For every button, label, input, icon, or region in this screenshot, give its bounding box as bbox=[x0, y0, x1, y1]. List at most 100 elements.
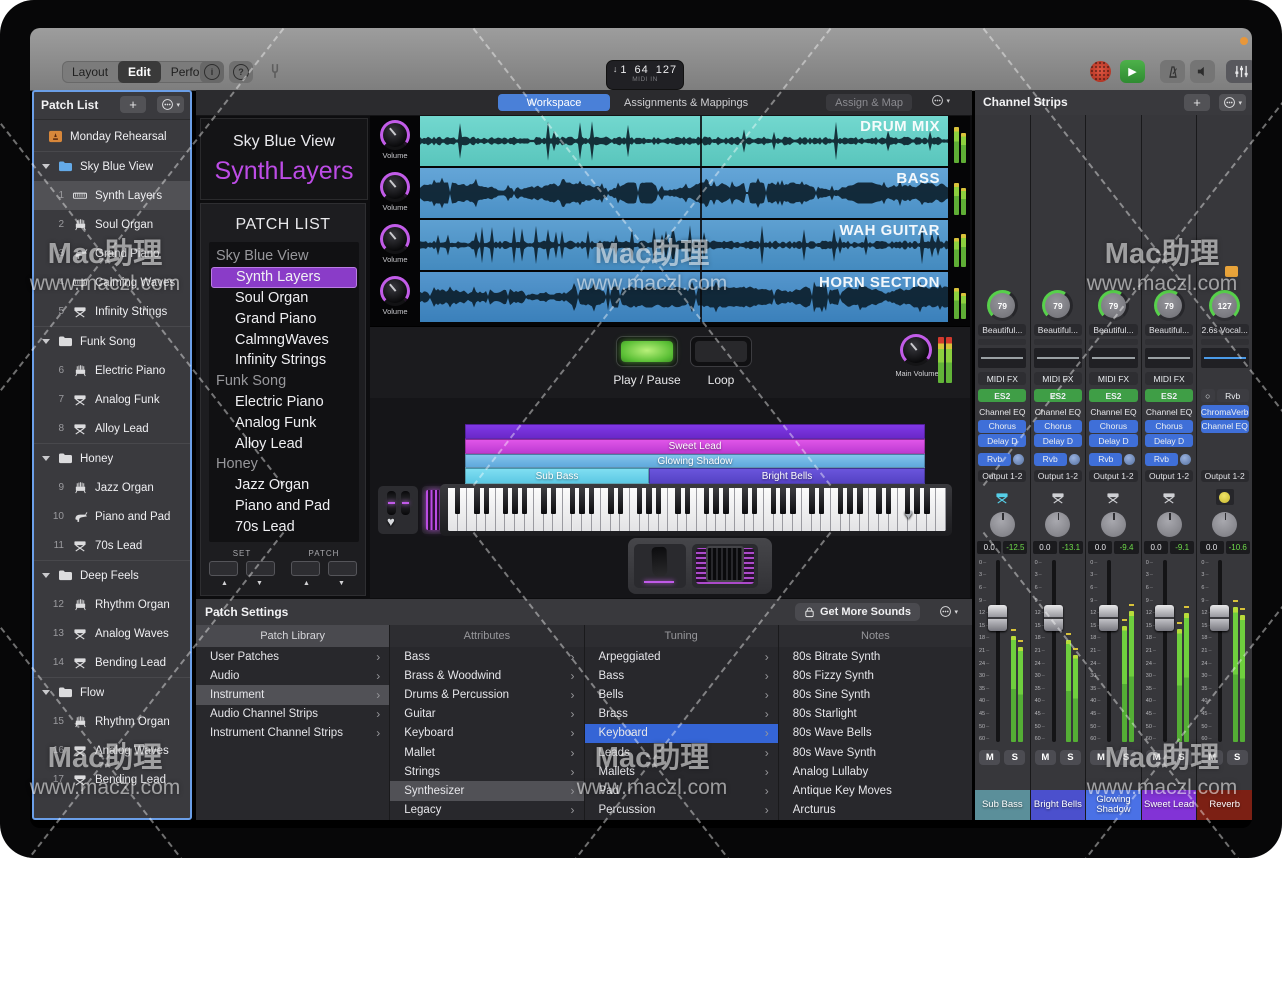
sidebar-item-flow[interactable]: Flow bbox=[34, 677, 190, 707]
library-item-mallet[interactable]: Mallet› bbox=[390, 743, 583, 762]
library-item-bells[interactable]: Bells› bbox=[585, 685, 778, 704]
pan-knob[interactable] bbox=[1157, 512, 1182, 537]
solo-button[interactable]: S bbox=[1004, 750, 1025, 765]
layer-bright-bells[interactable]: Bright Bells bbox=[649, 468, 925, 484]
black-key[interactable] bbox=[905, 488, 911, 514]
insert-slot-chorus[interactable]: Chorus bbox=[978, 420, 1026, 433]
insert-slot-delay-d[interactable]: Delay D bbox=[1145, 434, 1193, 447]
send-slot[interactable]: Rvb bbox=[978, 453, 1011, 466]
sidebar-item-soul-organ[interactable]: 2Soul Organ bbox=[34, 210, 190, 239]
black-key[interactable] bbox=[704, 488, 710, 514]
library-item-bass[interactable]: Bass› bbox=[390, 647, 583, 666]
sidebar-item-monday-rehearsal[interactable]: Monday Rehearsal bbox=[34, 122, 190, 151]
sidebar-item-electric-piano[interactable]: 6Electric Piano bbox=[34, 356, 190, 385]
layer-sub-bass[interactable]: Sub Bass bbox=[465, 468, 649, 484]
sidebar-item-bending-lead[interactable]: 17Bending Lead bbox=[34, 765, 190, 794]
preset-label[interactable]: Beautiful... bbox=[1145, 324, 1193, 336]
input-format-button[interactable]: ○ bbox=[1201, 389, 1215, 402]
sidebar-item-grand-piano[interactable]: 3Grand Piano bbox=[34, 239, 190, 268]
black-key[interactable] bbox=[847, 488, 853, 514]
pan-knob[interactable] bbox=[1212, 512, 1237, 537]
library-item-legacy[interactable]: Legacy› bbox=[390, 801, 583, 820]
sidebar-item-deep-feels[interactable]: Deep Feels bbox=[34, 560, 190, 590]
insert-slot-channel-eq[interactable]: Channel EQ bbox=[1034, 405, 1082, 418]
sidebar-item-analog-waves[interactable]: 16Analog Waves bbox=[34, 736, 190, 765]
strip-gain-knob[interactable]: 79 bbox=[1098, 290, 1129, 321]
widget-entry-grand-piano[interactable]: Grand Piano bbox=[209, 308, 359, 329]
patch-next-button[interactable] bbox=[328, 561, 357, 576]
midi-fx-slot[interactable]: MIDI FX bbox=[1145, 372, 1193, 385]
strip-gain-knob[interactable]: 79 bbox=[1042, 290, 1073, 321]
preset-label[interactable]: Beautiful... bbox=[978, 324, 1026, 336]
channel-strips-toggle-button[interactable] bbox=[1226, 60, 1252, 83]
send-slot[interactable]: Rvb bbox=[1034, 453, 1067, 466]
widget-entry-funk-song[interactable]: Funk Song bbox=[209, 371, 359, 392]
sidebar-item-sky-blue-view[interactable]: Sky Blue View bbox=[34, 151, 190, 181]
track-volume-knob[interactable] bbox=[380, 276, 410, 306]
send-slot[interactable]: Rvb bbox=[1089, 453, 1122, 466]
expression-pedal[interactable] bbox=[692, 544, 758, 588]
piano-keyboard[interactable] bbox=[448, 488, 946, 531]
tuner-icon[interactable] bbox=[268, 63, 282, 84]
black-key[interactable] bbox=[551, 488, 557, 514]
strip-gain-knob[interactable]: 79 bbox=[1154, 290, 1185, 321]
eq-display[interactable] bbox=[1201, 348, 1249, 368]
layer-glowing-shadow[interactable]: Glowing Shadow bbox=[465, 454, 925, 468]
library-item-arpeggiated[interactable]: Arpeggiated› bbox=[585, 647, 778, 666]
insert-slot-chorus[interactable]: Chorus bbox=[1034, 420, 1082, 433]
black-key[interactable] bbox=[656, 488, 662, 514]
black-key[interactable] bbox=[589, 488, 595, 514]
black-key[interactable] bbox=[637, 488, 643, 514]
black-key[interactable] bbox=[723, 488, 729, 514]
sidebar-item-funk-song[interactable]: Funk Song bbox=[34, 326, 190, 356]
get-more-sounds-button[interactable]: Get More Sounds bbox=[795, 603, 920, 621]
widget-entry-soul-organ[interactable]: Soul Organ bbox=[209, 288, 359, 309]
black-key[interactable] bbox=[780, 488, 786, 514]
solo-button[interactable]: S bbox=[1060, 750, 1081, 765]
library-item-antique-key-moves[interactable]: Antique Key Moves bbox=[779, 781, 972, 800]
patch-settings-action-menu[interactable]: ▾ bbox=[939, 605, 958, 618]
add-patch-button[interactable]: + bbox=[120, 96, 146, 113]
solo-button[interactable]: S bbox=[1227, 750, 1248, 765]
sidebar-item-piano-and-pad[interactable]: 10Piano and Pad bbox=[34, 502, 190, 531]
library-item-leads[interactable]: Leads› bbox=[585, 743, 778, 762]
track-volume-knob[interactable] bbox=[380, 172, 410, 202]
instrument-slot[interactable]: ES2 bbox=[1089, 389, 1137, 402]
black-key[interactable] bbox=[646, 488, 652, 514]
patch-list-action-menu[interactable]: ▾ bbox=[157, 96, 184, 113]
library-item-percussion[interactable]: Percussion› bbox=[585, 801, 778, 820]
library-item-80s-wave-synth[interactable]: 80s Wave Synth bbox=[779, 743, 972, 762]
preset-label[interactable]: 2.6s Vocal... bbox=[1201, 324, 1249, 336]
library-item-80s-fizzy-synth[interactable]: 80s Fizzy Synth bbox=[779, 666, 972, 685]
black-key[interactable] bbox=[809, 488, 815, 514]
play-pause-button[interactable] bbox=[616, 336, 678, 367]
insert-slot-channel-eq[interactable]: Channel EQ bbox=[1089, 405, 1137, 418]
instrument-slot[interactable]: ES2 bbox=[1034, 389, 1082, 402]
black-key[interactable] bbox=[503, 488, 509, 514]
mute-button[interactable]: M bbox=[1035, 750, 1056, 765]
mod-wheel[interactable] bbox=[401, 491, 410, 515]
black-key[interactable] bbox=[541, 488, 547, 514]
library-item-audio[interactable]: Audio› bbox=[196, 666, 389, 685]
record-button[interactable] bbox=[1088, 60, 1113, 83]
insert-slot-channel-eq[interactable]: Channel EQ bbox=[1201, 420, 1249, 433]
track-volume-knob[interactable] bbox=[380, 120, 410, 150]
black-key[interactable] bbox=[675, 488, 681, 514]
assign-map-button[interactable]: Assign & Map bbox=[826, 94, 912, 111]
sustain-pedal[interactable] bbox=[634, 544, 686, 588]
sidebar-item-infinity-strings[interactable]: 5Infinity Strings bbox=[34, 297, 190, 326]
widget-entry-electric-piano[interactable]: Electric Piano bbox=[209, 392, 359, 413]
pan-knob[interactable] bbox=[990, 512, 1015, 537]
sidebar-item-jazz-organ[interactable]: 9Jazz Organ bbox=[34, 473, 190, 502]
mute-button[interactable]: M bbox=[979, 750, 1000, 765]
send-knob[interactable] bbox=[1124, 454, 1135, 465]
playhead[interactable] bbox=[700, 116, 702, 324]
sidebar-item-bending-lead[interactable]: 14Bending Lead bbox=[34, 648, 190, 677]
workspace-action-menu[interactable]: ▾ bbox=[931, 94, 950, 107]
black-key[interactable] bbox=[618, 488, 624, 514]
strip-gain-knob[interactable]: 79 bbox=[987, 290, 1018, 321]
send-knob[interactable] bbox=[1069, 454, 1080, 465]
black-key[interactable] bbox=[455, 488, 461, 514]
library-item-arcturus[interactable]: Arcturus bbox=[779, 801, 972, 820]
library-item-instrument-channel-strips[interactable]: Instrument Channel Strips› bbox=[196, 724, 389, 743]
